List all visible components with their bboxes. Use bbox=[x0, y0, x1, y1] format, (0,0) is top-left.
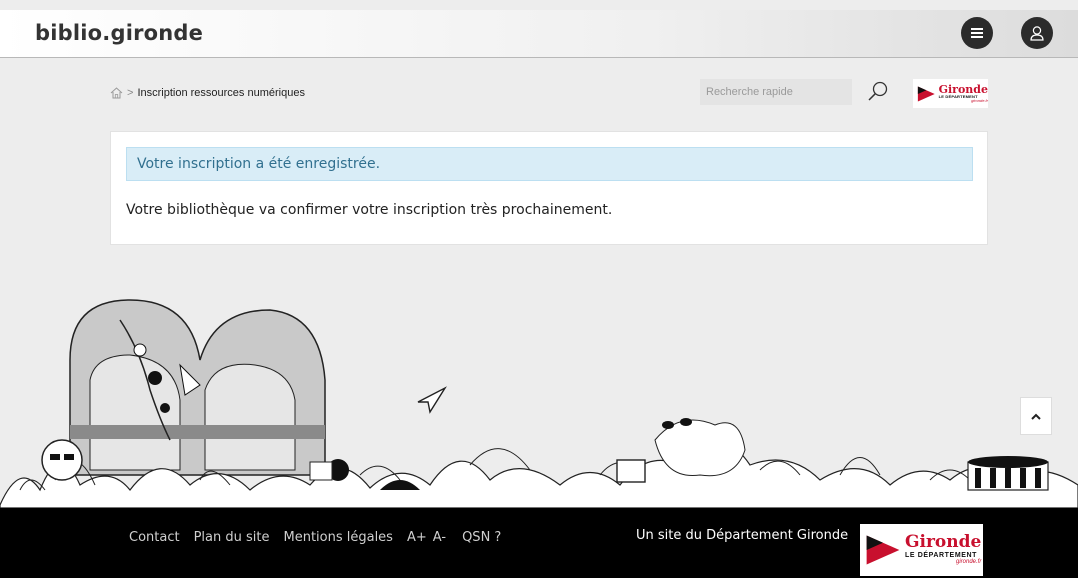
gironde-logo-mark bbox=[917, 86, 935, 101]
chevron-up-icon bbox=[1031, 413, 1041, 420]
site-brand[interactable]: biblio.gironde bbox=[35, 21, 203, 45]
search-icon bbox=[868, 81, 888, 101]
logo-footer-url: gironde.fr bbox=[955, 559, 982, 566]
footer-links: Contact Plan du site Mentions légales A+… bbox=[129, 530, 515, 545]
footer: Contact Plan du site Mentions légales A+… bbox=[0, 508, 1078, 578]
search-button[interactable] bbox=[866, 80, 890, 104]
user-account-button[interactable] bbox=[1021, 17, 1053, 49]
logo-footer-subtitle: LE DÉPARTEMENT bbox=[905, 552, 978, 560]
font-size-decrease[interactable]: A- bbox=[433, 530, 446, 545]
home-icon[interactable] bbox=[110, 87, 123, 99]
font-size-increase[interactable]: A+ bbox=[407, 530, 427, 545]
search-input[interactable] bbox=[700, 79, 852, 105]
breadcrumb-separator: > bbox=[127, 87, 134, 99]
gironde-logo-small[interactable]: Gironde LE DÉPARTEMENT gironde.fr bbox=[913, 79, 988, 108]
menu-icon bbox=[971, 28, 983, 38]
top-bar: biblio.gironde bbox=[0, 10, 1078, 58]
success-alert: Votre inscription a été enregistrée. bbox=[126, 147, 973, 181]
footer-credit: Un site du Département Gironde bbox=[636, 528, 849, 543]
footer-link-qsn[interactable]: QSN ? bbox=[462, 530, 501, 545]
footer-link-contact[interactable]: Contact bbox=[129, 530, 180, 545]
confirmation-card: Votre inscription a été enregistrée. Vot… bbox=[110, 131, 988, 245]
breadcrumb: > Inscription ressources numériques bbox=[110, 87, 305, 99]
footer-link-plan-du-site[interactable]: Plan du site bbox=[194, 530, 270, 545]
footer-link-mentions-legales[interactable]: Mentions légales bbox=[283, 530, 392, 545]
gironde-logo-mark-footer bbox=[866, 535, 900, 565]
user-icon bbox=[1030, 26, 1044, 41]
decorative-illustration bbox=[0, 299, 1078, 508]
breadcrumb-current: Inscription ressources numériques bbox=[137, 87, 305, 99]
logo-footer-name: Gironde bbox=[905, 532, 982, 553]
confirmation-message: Votre bibliothèque va confirmer votre in… bbox=[126, 202, 613, 218]
menu-button[interactable] bbox=[961, 17, 993, 49]
gironde-logo-footer[interactable]: Gironde LE DÉPARTEMENT gironde.fr bbox=[860, 524, 983, 576]
logo-url: gironde.fr bbox=[971, 98, 988, 103]
scroll-to-top-button[interactable] bbox=[1020, 397, 1052, 435]
